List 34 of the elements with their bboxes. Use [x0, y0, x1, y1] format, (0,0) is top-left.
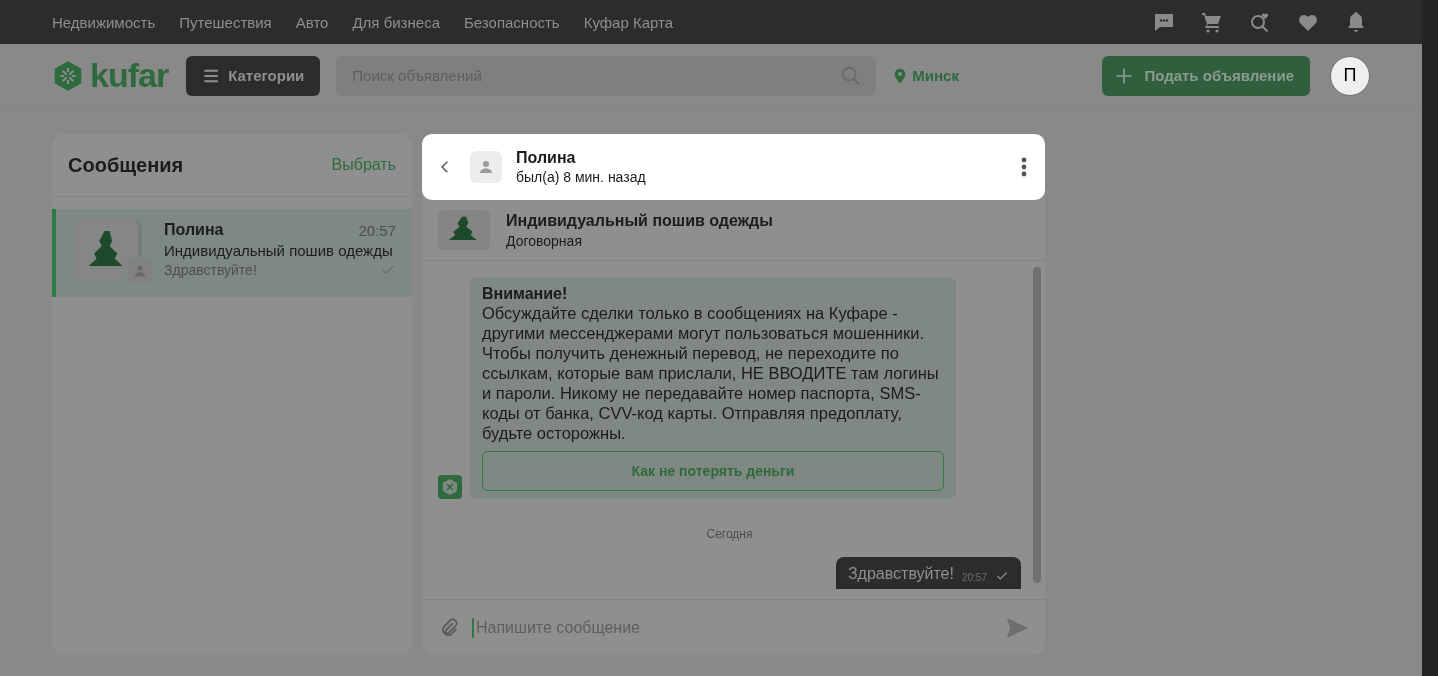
nav-link[interactable]: Для бизнеса — [352, 13, 440, 31]
nav-link[interactable]: Безопасность — [464, 13, 560, 31]
panel-title: Сообщения — [68, 153, 184, 177]
logo-icon — [438, 475, 462, 499]
warning-title: Внимание! — [482, 285, 569, 303]
kebab-menu-icon — [1021, 157, 1027, 177]
categories-button[interactable]: Категории — [186, 55, 321, 96]
profile-avatar[interactable]: П — [1330, 55, 1370, 96]
person-icon — [132, 263, 148, 279]
message-time: 20:57 — [961, 572, 987, 583]
cart-icon[interactable] — [1200, 10, 1224, 34]
conversation-item[interactable]: Полина 20:57 Индивидуальный пошив одежды Здравствуйте! — [52, 209, 412, 297]
nav-link[interactable]: Куфар Карта — [583, 13, 674, 31]
ad-title: Индивидуальный пошив одежды — [164, 242, 394, 259]
page-scrollbar[interactable] — [1422, 0, 1438, 676]
date-separator: Сегодня — [705, 527, 754, 541]
scrollbar[interactable] — [1033, 267, 1041, 583]
message-text: Здравствуйте! — [847, 565, 954, 583]
post-ad-button[interactable]: Подать объявление — [1102, 55, 1310, 96]
send-icon — [1005, 615, 1029, 640]
message-time: 20:57 — [358, 221, 396, 239]
nav-link[interactable]: Авто — [295, 13, 329, 31]
nav-link[interactable]: Путешествия — [179, 13, 272, 31]
ad-price: Договорная — [506, 232, 583, 249]
last-seen-status: был(а) 8 мин. назад — [516, 169, 647, 185]
ad-summary[interactable]: Индивидуальный пошив одежды Договорная — [422, 200, 1045, 261]
last-message: Здравствуйте! — [164, 262, 257, 278]
dress-photo-placeholder — [76, 221, 138, 281]
contact-name: Полина — [164, 221, 224, 239]
person-icon — [477, 158, 495, 176]
nav-link[interactable]: Недвижимость — [52, 13, 156, 31]
warning-text: Обсуждайте сделки только в сообщениях на Куфаре - другими мессенджерами могут пользоваться мошенники. Чтобы получить денежный перевод, не переходите по ссылкам, которые вам прислали, НЕ ВВОДИТЕ там логины и пароли. Никому не передавайте номер паспорта, SMS-коды от банка, CVV-код карты. Отправляя предоплату, будьте осторожны. — [482, 303, 940, 443]
contact-name: Полина — [516, 149, 577, 167]
ad-title: Индивидуальный пошив одежды — [506, 211, 773, 230]
